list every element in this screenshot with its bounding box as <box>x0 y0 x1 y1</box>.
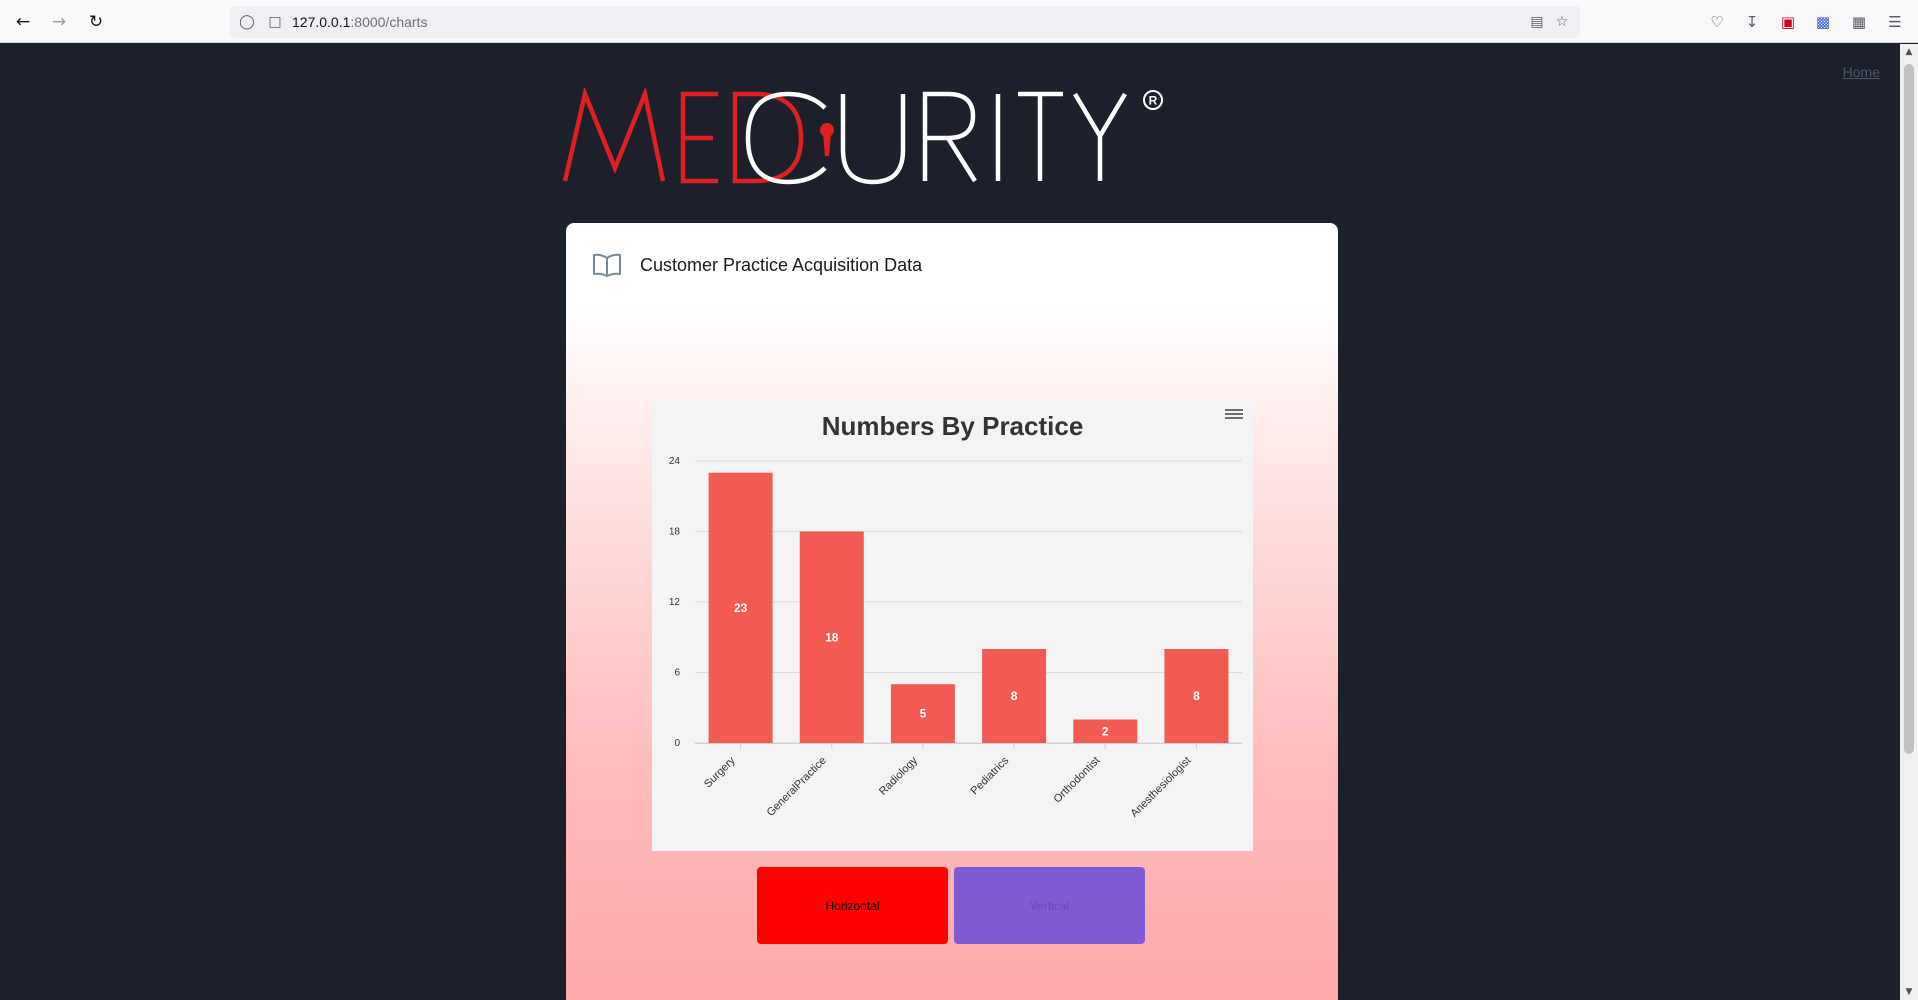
browser-toolbar: ← → ↻ ◯ □ 127.0.0.1:8000/charts ▤ ☆ ♡ ↧ … <box>0 0 1918 43</box>
orientation-buttons: Horizontal Vertical <box>757 867 1145 944</box>
x-category-label: GeneralPractice <box>765 755 829 819</box>
y-tick-label: 12 <box>669 597 681 608</box>
page-icon: □ <box>268 14 282 30</box>
bar-chart: 0 6 12 18 24 23 Surgery 18 GeneralPractice 5 Radio… <box>669 456 1242 820</box>
bar-value-label: 2 <box>1102 724 1109 738</box>
download-icon[interactable]: ↧ <box>1741 11 1763 33</box>
shield-icon[interactable]: ◯ <box>238 13 256 31</box>
scroll-up-icon[interactable]: ▲ <box>1900 44 1918 60</box>
book-icon <box>593 253 621 277</box>
scroll-down-icon[interactable]: ▼ <box>1900 984 1918 1000</box>
url-path: :8000/charts <box>350 14 428 30</box>
page-scrollbar[interactable]: ▲ ▼ <box>1900 44 1918 1000</box>
chart-container: Numbers By Practice 0 6 12 18 24 23 Surgery 18 G… <box>652 399 1253 851</box>
y-tick-label: 0 <box>674 738 680 749</box>
pocket-icon[interactable]: ♡ <box>1706 11 1728 33</box>
x-category-label: Radiology <box>877 754 920 797</box>
reload-icon[interactable]: ↻ <box>85 11 107 33</box>
bar-value-label: 8 <box>1011 689 1018 703</box>
extension-blue-icon[interactable]: ▩ <box>1812 11 1834 33</box>
bar-value-label: 18 <box>825 630 839 644</box>
card-header: Customer Practice Acquisition Data <box>592 253 922 277</box>
home-link[interactable]: Home <box>1843 64 1880 80</box>
extension-red-icon[interactable]: ▣ <box>1777 11 1799 33</box>
x-category-label: Orthodontist <box>1052 755 1103 806</box>
card-title: Customer Practice Acquisition Data <box>640 254 923 275</box>
bar-value-label: 5 <box>920 707 927 721</box>
url-text[interactable]: 127.0.0.1:8000/charts <box>292 14 427 30</box>
chart-card: Customer Practice Acquisition Data Numbe… <box>566 223 1338 1000</box>
x-category-label: Anesthesiologist <box>1128 755 1193 820</box>
vertical-button[interactable]: Vertical <box>954 867 1145 944</box>
medcurity-logo: R <box>563 88 1163 185</box>
x-category-label: Surgery <box>702 754 738 790</box>
reader-view-icon[interactable]: ▤ <box>1528 13 1546 31</box>
address-bar[interactable]: ◯ □ 127.0.0.1:8000/charts ▤ ☆ <box>230 6 1580 38</box>
back-icon[interactable]: ← <box>12 11 34 33</box>
scroll-thumb[interactable] <box>1904 64 1914 754</box>
x-category-label: Pediatrics <box>969 754 1012 797</box>
y-tick-label: 18 <box>669 527 681 538</box>
bookmark-star-icon[interactable]: ☆ <box>1553 13 1571 31</box>
extension-gray-icon[interactable]: ▦ <box>1848 11 1870 33</box>
svg-text:R: R <box>1149 94 1158 108</box>
bar-value-label: 8 <box>1193 689 1200 703</box>
url-host: 127.0.0.1 <box>292 14 351 30</box>
app-menu-icon[interactable]: ☰ <box>1884 11 1906 33</box>
forward-icon[interactable]: → <box>48 11 70 33</box>
bar-value-label: 23 <box>734 601 748 615</box>
horizontal-button[interactable]: Horizontal <box>757 867 948 944</box>
y-tick-label: 24 <box>669 456 681 467</box>
y-tick-label: 6 <box>674 668 680 679</box>
